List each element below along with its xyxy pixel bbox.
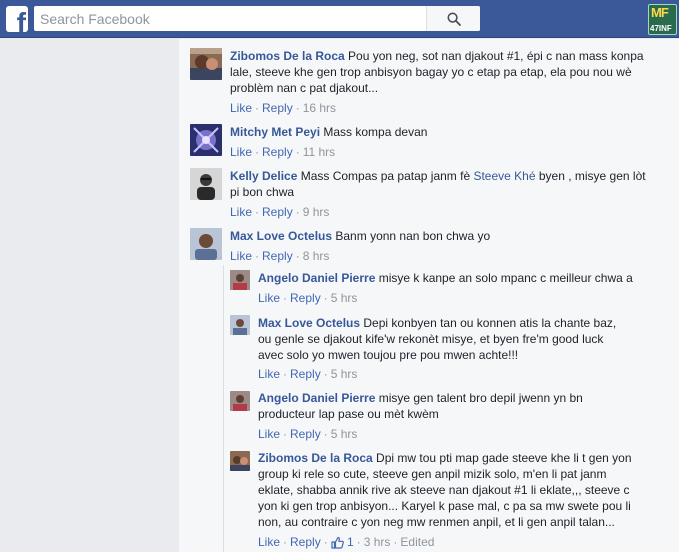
comment-timestamp[interactable]: 9 hrs bbox=[303, 205, 330, 219]
reply-link[interactable]: Reply bbox=[290, 367, 321, 381]
avatar[interactable] bbox=[230, 270, 250, 290]
reply-link[interactable]: Reply bbox=[290, 535, 321, 549]
reply-actions: Like · Reply · 5 hrs bbox=[258, 367, 358, 381]
comment-author[interactable]: Mitchy Met Peyi bbox=[230, 125, 320, 139]
like-link[interactable]: Like bbox=[230, 101, 252, 115]
reply-link[interactable]: Reply bbox=[290, 291, 321, 305]
like-count-number: 1 bbox=[347, 535, 354, 549]
reply-body: Max Love Octelus Depi konbyen tan ou kon… bbox=[258, 315, 673, 363]
reply-link[interactable]: Reply bbox=[262, 249, 293, 263]
reply-body: Zibomos De la Roca Dpi mw tou pti map ga… bbox=[258, 450, 673, 530]
reply-author[interactable]: Max Love Octelus bbox=[258, 316, 360, 330]
comment-actions: Like · Reply · 11 hrs bbox=[230, 145, 336, 159]
reply-timestamp[interactable]: 3 hrs bbox=[364, 535, 391, 549]
avatar[interactable] bbox=[230, 451, 250, 471]
edited-label[interactable]: Edited bbox=[400, 535, 434, 549]
reply-actions: Like · Reply · 5 hrs bbox=[258, 427, 358, 441]
avatar[interactable] bbox=[190, 168, 222, 200]
reply-text-line: ou genle se djakout kife'w rekonèt misye… bbox=[258, 332, 604, 346]
mention-link[interactable]: Steeve Khé bbox=[473, 169, 535, 183]
reply-text: misye gen talent bro depil jwenn yn bn bbox=[375, 391, 583, 405]
reply-timestamp[interactable]: 5 hrs bbox=[331, 427, 358, 441]
comment-actions: Like · Reply · 9 hrs bbox=[230, 205, 330, 219]
top-navigation-bar: f MF 47INF bbox=[0, 0, 679, 38]
comment-text: byen , misye gen lòt bbox=[535, 169, 646, 183]
reply-thread-line bbox=[223, 265, 224, 552]
comment-body: Kelly Delice Mass Compas pa patap janm f… bbox=[230, 168, 670, 200]
reply-author[interactable]: Angelo Daniel Pierre bbox=[258, 271, 375, 285]
comment-timestamp[interactable]: 16 hrs bbox=[303, 101, 336, 115]
reply-author[interactable]: Zibomos De la Roca bbox=[258, 451, 373, 465]
reply-actions: Like · Reply · 5 hrs bbox=[258, 291, 358, 305]
like-link[interactable]: Like bbox=[230, 205, 252, 219]
comment-body: Mitchy Met Peyi Mass kompa devan bbox=[230, 124, 670, 140]
reply-author[interactable]: Angelo Daniel Pierre bbox=[258, 391, 375, 405]
thumbs-up-icon bbox=[331, 536, 344, 549]
reply-link[interactable]: Reply bbox=[262, 101, 293, 115]
reply-timestamp[interactable]: 5 hrs bbox=[331, 367, 358, 381]
comment-author[interactable]: Max Love Octelus bbox=[230, 229, 332, 243]
reply-body: Angelo Daniel Pierre misye gen talent br… bbox=[258, 390, 673, 422]
reply-body: Angelo Daniel Pierre misye k kanpe an so… bbox=[258, 270, 673, 286]
comment-text: Mass kompa devan bbox=[320, 125, 428, 139]
like-link[interactable]: Like bbox=[230, 145, 252, 159]
search-input[interactable] bbox=[34, 6, 434, 31]
comment-text: Mass Compas pa patap janm fè bbox=[297, 169, 474, 183]
avatar[interactable] bbox=[190, 48, 222, 80]
reply-text-line: producteur lap pase ou mèt kwèm bbox=[258, 407, 439, 421]
profile-badge-icon[interactable]: MF 47INF bbox=[648, 4, 677, 35]
like-link[interactable]: Like bbox=[230, 249, 252, 263]
comment-text: Banm yonn nan bon chwa yo bbox=[332, 229, 491, 243]
reply-text-line: eklate, shabba annik rive ak steeve nan … bbox=[258, 483, 630, 497]
comment-timestamp[interactable]: 8 hrs bbox=[303, 249, 330, 263]
magnifier-icon bbox=[446, 11, 461, 26]
facebook-logo-icon[interactable]: f bbox=[6, 6, 28, 32]
search-button[interactable] bbox=[426, 6, 480, 31]
comment-text-line: pi bon chwa bbox=[230, 185, 295, 199]
reply-link[interactable]: Reply bbox=[262, 145, 293, 159]
comment-text-line: lale, steeve khe gen trop anbisyon bagay… bbox=[230, 65, 632, 79]
comment-text-line: problèm nan c pat djakout... bbox=[230, 81, 379, 95]
reply-text: misye k kanpe an solo mpanc c meilleur c… bbox=[375, 271, 633, 285]
comment-author[interactable]: Kelly Delice bbox=[230, 169, 297, 183]
like-link[interactable]: Like bbox=[258, 427, 280, 441]
reply-timestamp[interactable]: 5 hrs bbox=[331, 291, 358, 305]
like-link[interactable]: Like bbox=[258, 535, 280, 549]
avatar[interactable] bbox=[190, 228, 222, 260]
comment-body: Zibomos De la Roca Pou yon neg, sot nan … bbox=[230, 48, 670, 96]
reply-link[interactable]: Reply bbox=[290, 427, 321, 441]
comments-panel: Zibomos De la Roca Pou yon neg, sot nan … bbox=[179, 39, 679, 552]
like-count[interactable]: 1 bbox=[331, 535, 354, 549]
reply-link[interactable]: Reply bbox=[262, 205, 293, 219]
reply-text-line: group ki rele so cute, steeve gen anpil … bbox=[258, 467, 607, 481]
avatar[interactable] bbox=[190, 124, 222, 156]
search-box bbox=[34, 6, 480, 31]
reply-text: Dpi mw tou pti map gade steeve khe li t … bbox=[372, 451, 632, 465]
reply-actions: Like · Reply · 1 · 3 hrs · Edited bbox=[258, 535, 435, 549]
reply-text-line: yon ki gen trop anbisyon... Karyel k pas… bbox=[258, 499, 631, 513]
comment-actions: Like · Reply · 8 hrs bbox=[230, 249, 330, 263]
comment-timestamp[interactable]: 11 hrs bbox=[303, 145, 335, 159]
avatar[interactable] bbox=[230, 315, 250, 335]
left-gutter bbox=[0, 39, 179, 552]
reply-text: Depi konbyen tan ou konnen atis la chant… bbox=[360, 316, 617, 330]
like-link[interactable]: Like bbox=[258, 291, 280, 305]
reply-text-line: avec solo yo mwen toujou pre pou mwen ac… bbox=[258, 348, 519, 362]
comment-actions: Like · Reply · 16 hrs bbox=[230, 101, 337, 115]
like-link[interactable]: Like bbox=[258, 367, 280, 381]
comment-text: Pou yon neg, sot nan djakout #1, épi c n… bbox=[344, 49, 644, 63]
comment-author[interactable]: Zibomos De la Roca bbox=[230, 49, 345, 63]
comment-body: Max Love Octelus Banm yonn nan bon chwa … bbox=[230, 228, 670, 244]
avatar[interactable] bbox=[230, 391, 250, 411]
reply-text-line: non, au contraire c yon neg mw renmen an… bbox=[258, 515, 615, 529]
